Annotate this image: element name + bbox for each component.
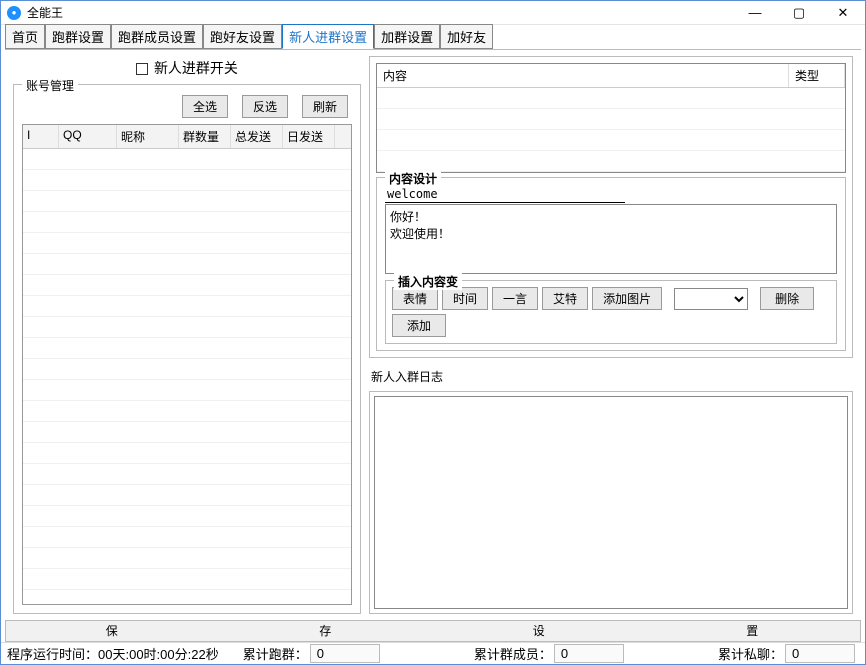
col-total-send[interactable]: 总发送 [231,125,283,148]
content-area: 新人进群开关 账号管理 全选 反选 刷新 I QQ 昵称 群数量 总发送 [5,49,861,620]
col-day-send[interactable]: 日发送 [283,125,335,148]
delete-button[interactable]: 删除 [760,287,814,310]
welcome-input[interactable]: welcome [385,186,625,203]
maximize-button[interactable]: ▢ [777,1,821,25]
col-group-count[interactable]: 群数量 [179,125,231,148]
col-type[interactable]: 类型 [789,64,845,87]
titlebar: ● 全能王 — ▢ ✕ [1,1,865,25]
save-settings-bar[interactable]: 保 存 设 置 [5,620,861,642]
insert-vars-groupbox: 插入内容变 表情 时间 一言 艾特 添加图片 删除 添加 [385,280,837,344]
newcomer-switch-checkbox[interactable] [136,63,148,75]
tab-run-group[interactable]: 跑群设置 [45,24,111,49]
newcomer-switch-label: 新人进群开关 [154,60,238,76]
col-nick[interactable]: 昵称 [117,125,179,148]
savebar-cell-3: 设 [433,621,647,641]
yiyan-button[interactable]: 一言 [492,287,538,310]
content-set-groupbox: 内容设计 welcome 你好！ 欢迎使用！ 插入内容变 表情 时间 一言 艾特… [376,177,846,351]
content-list-header: 内容 类型 [377,64,845,88]
savebar-cell-2: 存 [220,621,434,641]
close-button[interactable]: ✕ [821,1,865,25]
tab-bar: 首页 跑群设置 跑群成员设置 跑好友设置 新人进群设置 加群设置 加好友 [1,25,865,49]
at-button[interactable]: 艾特 [542,287,588,310]
add-button[interactable]: 添加 [392,314,446,337]
account-button-row: 全选 反选 刷新 [22,95,352,118]
log-label: 新人入群日志 [369,368,853,385]
account-table[interactable]: I QQ 昵称 群数量 总发送 日发送 [22,124,352,605]
content-list-wrap: 内容 类型 内容设计 welcome 你好！ 欢迎使用！ 插入内容变 表情 时间… [369,56,853,358]
tab-run-group-member[interactable]: 跑群成员设置 [111,24,203,49]
app-window: ● 全能王 — ▢ ✕ 首页 跑群设置 跑群成员设置 跑好友设置 新人进群设置 … [0,0,866,665]
tab-newcomer[interactable]: 新人进群设置 [282,24,374,49]
status-bar: 程序运行时间：00天:00时:00分:22秒 累计跑群： 0 累计群成员： 0 … [1,642,865,664]
account-groupbox: 账号管理 全选 反选 刷新 I QQ 昵称 群数量 总发送 日发送 [13,84,361,614]
content-list-table[interactable]: 内容 类型 [376,63,846,173]
minimize-button[interactable]: — [733,1,777,25]
refresh-button[interactable]: 刷新 [302,95,348,118]
pm-value: 0 [785,644,855,663]
log-textarea[interactable] [374,396,848,609]
group-member-label: 累计群成员： [468,644,554,663]
runtime-label: 程序运行时间： [7,647,98,662]
run-group-value: 0 [310,644,380,663]
col-qq[interactable]: QQ [59,125,117,148]
savebar-cell-1: 保 [6,621,220,641]
select-all-button[interactable]: 全选 [182,95,228,118]
account-table-header: I QQ 昵称 群数量 总发送 日发送 [23,125,351,149]
app-icon: ● [7,6,21,20]
invert-select-button[interactable]: 反选 [242,95,288,118]
account-table-body[interactable] [23,149,351,605]
savebar-cell-4: 置 [647,621,861,641]
insert-vars-legend: 插入内容变 [394,273,462,290]
right-pane: 内容 类型 内容设计 welcome 你好！ 欢迎使用！ 插入内容变 表情 时间… [369,56,853,614]
col-i[interactable]: I [23,125,59,148]
runtime-value: 00天:00时:00分:22秒 [98,647,219,662]
add-image-button[interactable]: 添加图片 [592,287,662,310]
content-set-legend: 内容设计 [385,170,441,187]
col-content[interactable]: 内容 [377,64,789,87]
left-pane: 新人进群开关 账号管理 全选 反选 刷新 I QQ 昵称 群数量 总发送 [13,56,361,614]
group-member-value: 0 [554,644,624,663]
run-group-label: 累计跑群： [237,644,310,663]
log-groupbox [369,391,853,614]
tab-run-friend[interactable]: 跑好友设置 [203,24,282,49]
emoji-button[interactable]: 表情 [392,287,438,310]
content-textarea[interactable]: 你好！ 欢迎使用！ [385,204,837,274]
content-list-body[interactable] [377,88,845,172]
account-groupbox-legend: 账号管理 [22,77,78,94]
tab-add-group[interactable]: 加群设置 [374,24,440,49]
tab-home[interactable]: 首页 [5,24,45,49]
tab-add-friend[interactable]: 加好友 [440,24,493,49]
vars-select[interactable] [674,288,748,310]
pm-label: 累计私聊： [712,644,785,663]
window-title: 全能王 [27,4,63,21]
runtime-block: 程序运行时间：00天:00时:00分:22秒 [1,644,237,663]
time-button[interactable]: 时间 [442,287,488,310]
